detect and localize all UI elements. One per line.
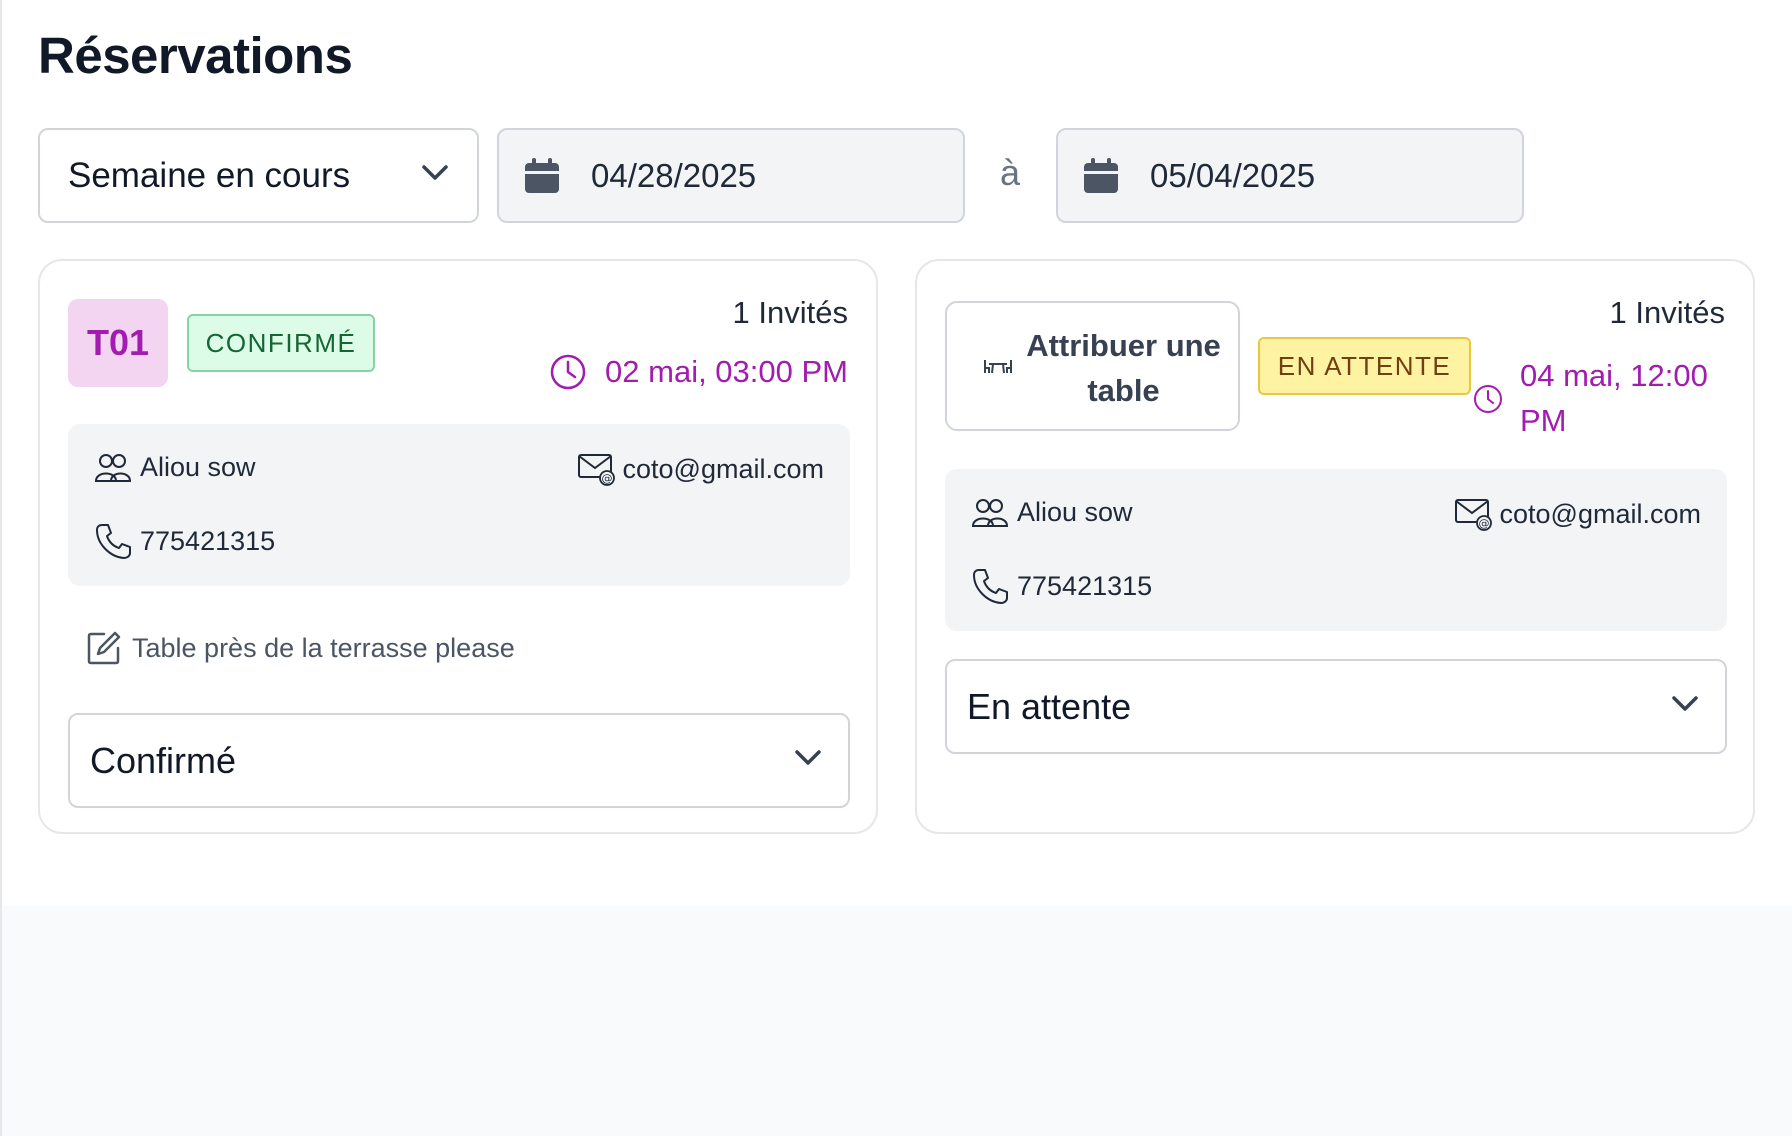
page-title: Réservations xyxy=(38,27,353,84)
status-select-value: Confirmé xyxy=(90,739,237,781)
reservation-note-text: Table près de la terrasse please xyxy=(132,632,515,663)
table-badge: T01 xyxy=(68,299,168,387)
date-to-input[interactable]: 05/04/2025 xyxy=(1056,128,1524,223)
reservation-card: T01 CONFIRMÉ 1 Invités 02 mai, 03:00 PM … xyxy=(38,259,878,834)
users-icon xyxy=(94,453,132,482)
assign-table-button[interactable]: Attribuer une table xyxy=(945,301,1240,431)
guest-count: 1 Invités xyxy=(732,295,848,330)
chevron-down-icon xyxy=(795,750,821,765)
clock-icon xyxy=(550,354,586,390)
date-from-value: 04/28/2025 xyxy=(591,156,757,194)
calendar-icon xyxy=(1084,157,1118,193)
status-select[interactable]: Confirmé xyxy=(68,713,850,808)
status-badge: CONFIRMÉ xyxy=(187,314,375,372)
contact-phone: 775421315 xyxy=(971,567,1152,605)
svg-text:@: @ xyxy=(1478,517,1489,530)
chevron-down-icon xyxy=(422,165,448,180)
date-from-input[interactable]: 04/28/2025 xyxy=(497,128,965,223)
contact-name-text: Aliou sow xyxy=(1017,497,1133,527)
calendar-icon xyxy=(525,157,559,193)
contact-email-text: coto@gmail.com xyxy=(622,453,824,484)
contact-email-text: coto@gmail.com xyxy=(1499,498,1701,529)
email-icon: @ xyxy=(1454,499,1492,531)
contact-box: Aliou sow 775421315 @ coto@gmail.com xyxy=(945,469,1727,631)
contact-phone-text: 775421315 xyxy=(1017,570,1153,601)
contact-box: Aliou sow 775421315 @ coto@gmail.com xyxy=(68,424,850,586)
contact-phone: 775421315 xyxy=(94,522,275,560)
period-select[interactable]: Semaine en cours xyxy=(38,128,479,223)
contact-name: Aliou sow xyxy=(971,497,1133,528)
contact-email: @ coto@gmail.com xyxy=(577,452,824,486)
reservation-time-text: 04 mai, 12:00 PM xyxy=(1520,358,1708,438)
contact-name-text: Aliou sow xyxy=(140,452,256,482)
status-select[interactable]: En attente xyxy=(945,659,1727,754)
guest-count: 1 Invités xyxy=(1609,295,1725,330)
reservation-time: 02 mai, 03:00 PM xyxy=(549,353,848,391)
table-icon xyxy=(984,360,1012,374)
chevron-down-icon xyxy=(1672,696,1698,711)
reservation-time-text: 02 mai, 03:00 PM xyxy=(605,354,848,389)
users-icon xyxy=(971,498,1009,527)
date-to-value: 05/04/2025 xyxy=(1150,156,1316,194)
email-icon: @ xyxy=(577,454,615,486)
period-select-value: Semaine en cours xyxy=(68,155,351,195)
clock-icon xyxy=(1474,385,1502,413)
phone-icon xyxy=(96,524,131,559)
contact-phone-text: 775421315 xyxy=(140,525,276,556)
contact-name: Aliou sow xyxy=(94,452,256,483)
status-select-value: En attente xyxy=(967,685,1132,727)
date-range-separator: à xyxy=(1000,152,1021,193)
assign-table-label: Attribuer une table xyxy=(1026,328,1221,408)
status-badge: EN ATTENTE xyxy=(1258,337,1471,395)
contact-email: @ coto@gmail.com xyxy=(1454,497,1701,531)
phone-icon xyxy=(973,569,1008,604)
svg-text:@: @ xyxy=(601,472,612,485)
edit-note-icon xyxy=(87,631,121,665)
reservation-card: Attribuer une table EN ATTENTE 1 Invités… xyxy=(915,259,1755,834)
reservation-note: Table près de la terrasse please xyxy=(86,630,515,666)
